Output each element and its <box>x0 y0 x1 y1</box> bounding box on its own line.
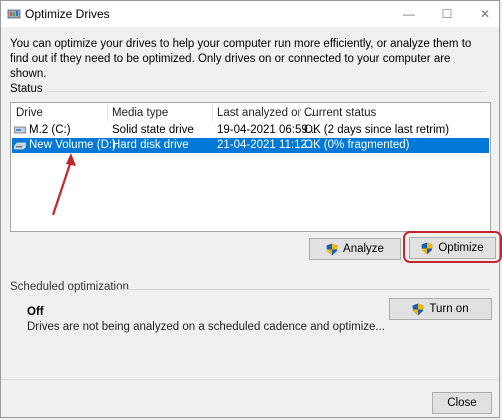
column-separator[interactable] <box>299 105 300 121</box>
drive-row[interactable]: M.2 (C:) Solid state drive 19-04-2021 06… <box>12 123 489 138</box>
annotation-arrow-icon <box>51 153 76 216</box>
analyze-button-label: Analyze <box>343 243 384 255</box>
close-button-label: Close <box>447 397 477 409</box>
column-header-media-type[interactable]: Media type <box>112 107 168 119</box>
page-description: You can optimize your drives to help you… <box>10 38 472 80</box>
hdd-drive-icon <box>14 142 26 150</box>
optimize-drives-app-icon <box>7 9 21 19</box>
analyze-button[interactable]: Analyze <box>309 238 401 260</box>
close-button[interactable]: Close <box>432 392 492 414</box>
scheduled-section-label: Scheduled optimization <box>10 281 129 293</box>
optimize-drives-window: Optimize Drives — ☐ ✕ You can optimize y… <box>0 0 502 418</box>
ssd-drive-icon <box>14 126 26 134</box>
scheduled-divider <box>117 289 489 290</box>
drive-list-header: Drive Media type Last analyzed or ... Cu… <box>11 103 490 122</box>
turn-on-button[interactable]: Turn on <box>389 298 492 320</box>
column-header-drive[interactable]: Drive <box>16 107 43 119</box>
maximize-button[interactable]: ☐ <box>437 5 457 23</box>
minimize-button[interactable]: — <box>399 5 419 23</box>
column-header-current-status[interactable]: Current status <box>304 107 376 119</box>
last-analyzed: 19-04-2021 06:59... <box>217 124 318 136</box>
footer-divider <box>1 379 499 380</box>
uac-shield-icon <box>412 303 424 315</box>
close-window-button[interactable]: ✕ <box>475 5 495 23</box>
column-separator[interactable] <box>107 105 108 121</box>
status-section-label: Status <box>10 83 43 95</box>
last-analyzed: 21-04-2021 11:12... <box>217 139 317 151</box>
turn-on-button-label: Turn on <box>429 303 469 315</box>
uac-shield-icon <box>326 243 338 255</box>
schedule-state: Off <box>27 306 44 318</box>
status-divider <box>47 91 487 92</box>
window-title: Optimize Drives <box>25 7 110 21</box>
schedule-description: Drives are not being analyzed on a sched… <box>27 321 386 333</box>
drive-name: M.2 (C:) <box>29 124 71 136</box>
title-bar[interactable]: Optimize Drives — ☐ ✕ <box>1 1 499 27</box>
current-status: OK (0% fragmented) <box>304 139 410 151</box>
media-type: Solid state drive <box>112 124 194 136</box>
annotation-highlight <box>403 231 502 263</box>
current-status: OK (2 days since last retrim) <box>304 124 450 136</box>
media-type: Hard disk drive <box>112 139 189 151</box>
column-separator[interactable] <box>212 105 213 121</box>
